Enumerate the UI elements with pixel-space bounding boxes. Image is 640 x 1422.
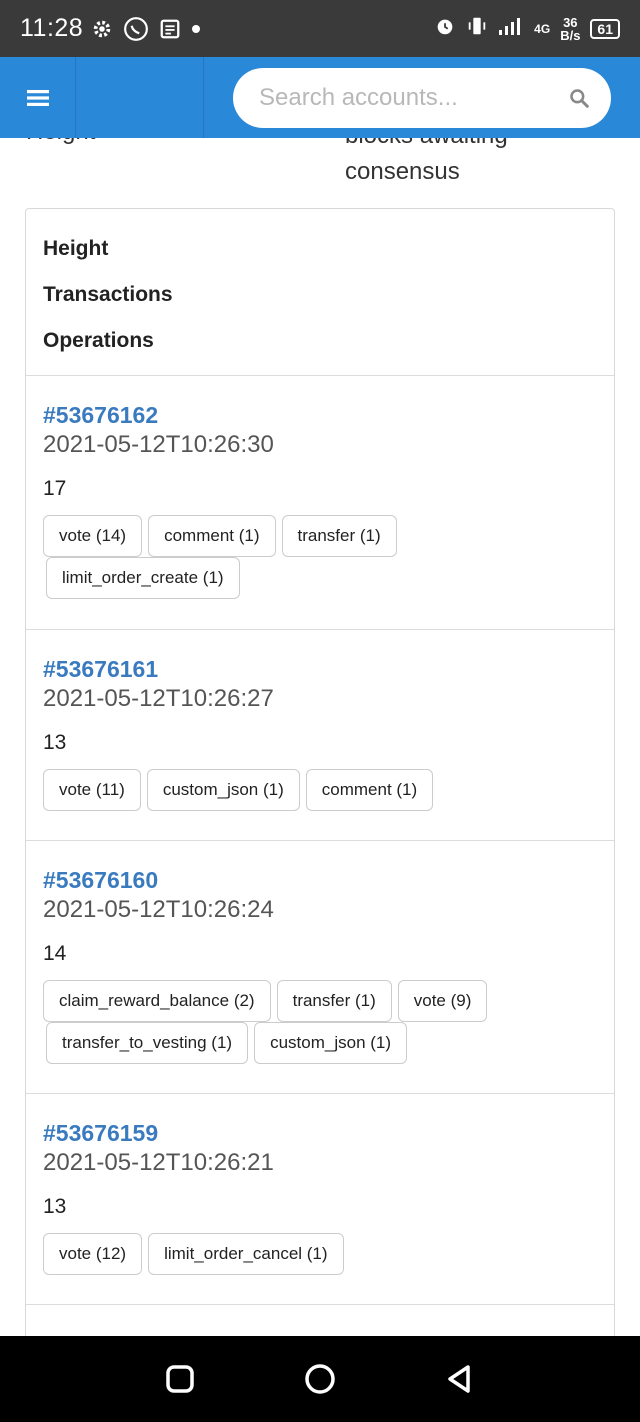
alarm-icon: [434, 15, 456, 42]
signal-icon: [498, 16, 524, 41]
block-timestamp: 2021-05-12T10:26:24: [43, 896, 274, 923]
block-number-link[interactable]: #53676160: [43, 867, 158, 894]
operation-badge[interactable]: transfer_to_vesting (1): [46, 1022, 249, 1064]
block-timestamp: 2021-05-12T10:26:30: [43, 431, 274, 458]
recents-square-icon[interactable]: [164, 1363, 196, 1395]
system-nav-bar: [0, 1336, 640, 1422]
blocks-card-header: Height Transactions Operations: [26, 209, 614, 376]
vibrate-icon: [466, 15, 488, 42]
block-row: #53676162 2021-05-12T10:26:30 17 vote (1…: [26, 376, 614, 630]
block-timestamp: 2021-05-12T10:26:21: [43, 1149, 274, 1176]
operation-badge[interactable]: vote (14): [43, 515, 143, 557]
block-timestamp: 2021-05-12T10:26:27: [43, 685, 274, 712]
block-transactions: 14: [43, 942, 67, 965]
operation-badge[interactable]: vote (9): [397, 980, 488, 1022]
block-transactions: 17: [43, 477, 67, 500]
operation-badge[interactable]: transfer (1): [276, 980, 392, 1022]
operation-badge[interactable]: transfer (1): [281, 515, 397, 557]
network-type: 4G: [534, 21, 551, 36]
operation-badge[interactable]: custom_json (1): [254, 1022, 408, 1064]
operation-badge[interactable]: claim_reward_balance (2): [43, 980, 271, 1022]
search-box[interactable]: [233, 68, 611, 128]
operation-list: transfer_to_vesting (1) custom_json (1): [43, 1022, 597, 1064]
back-triangle-icon[interactable]: [444, 1363, 476, 1395]
header-operations: Operations: [43, 329, 154, 352]
status-bar: 11:28 4G 36 B/s 61: [0, 0, 640, 57]
operation-badge[interactable]: vote (12): [43, 1233, 143, 1275]
header-height: Height: [43, 237, 109, 260]
block-transactions: 13: [43, 731, 67, 754]
main-content: Height blocks awaiting consensus Height …: [0, 138, 640, 1336]
operation-list: vote (12) limit_order_cancel (1): [43, 1233, 597, 1275]
operation-badge[interactable]: custom_json (1): [146, 769, 300, 811]
block-row: #53676159 2021-05-12T10:26:21 13 vote (1…: [26, 1094, 614, 1305]
block-row-partial: [26, 1305, 614, 1336]
search-input[interactable]: [259, 84, 569, 112]
search-icon[interactable]: [569, 85, 589, 111]
notification-dot-icon: [191, 24, 201, 34]
blocks-card: Height Transactions Operations #53676162…: [25, 208, 615, 1336]
settings-gear-icon: [91, 18, 113, 40]
operation-badge[interactable]: comment (1): [148, 515, 276, 557]
block-row: #53676161 2021-05-12T10:26:27 13 vote (1…: [26, 630, 614, 841]
operation-badge[interactable]: vote (11): [43, 769, 141, 811]
operation-list: vote (11) custom_json (1) comment (1): [43, 769, 597, 811]
operation-badge[interactable]: limit_order_create (1): [46, 557, 240, 599]
operation-list: vote (14) comment (1) transfer (1): [43, 515, 597, 557]
home-circle-icon[interactable]: [304, 1363, 336, 1395]
header-transactions: Transactions: [43, 283, 173, 306]
header-spacer: [76, 57, 204, 138]
battery-indicator: 61: [590, 18, 620, 39]
network-speed: 36 B/s: [560, 14, 581, 43]
whatsapp-icon: [123, 16, 149, 42]
block-number-link[interactable]: #53676162: [43, 402, 158, 429]
status-time: 11:28: [20, 14, 84, 42]
news-icon: [159, 18, 181, 40]
app-header: [0, 57, 640, 138]
block-number-link[interactable]: #53676161: [43, 656, 158, 683]
hamburger-icon[interactable]: [0, 57, 76, 138]
block-number-link[interactable]: #53676159: [43, 1120, 158, 1147]
partial-height-label: Height: [26, 138, 95, 146]
operation-list: limit_order_create (1): [43, 557, 597, 599]
operation-list: claim_reward_balance (2) transfer (1) vo…: [43, 980, 597, 1022]
operation-badge[interactable]: limit_order_cancel (1): [148, 1233, 344, 1275]
operation-badge[interactable]: comment (1): [305, 769, 434, 811]
block-transactions: 13: [43, 1195, 67, 1218]
block-row: #53676160 2021-05-12T10:26:24 14 claim_r…: [26, 841, 614, 1094]
partial-consensus-label: blocks awaiting consensus: [345, 138, 508, 185]
